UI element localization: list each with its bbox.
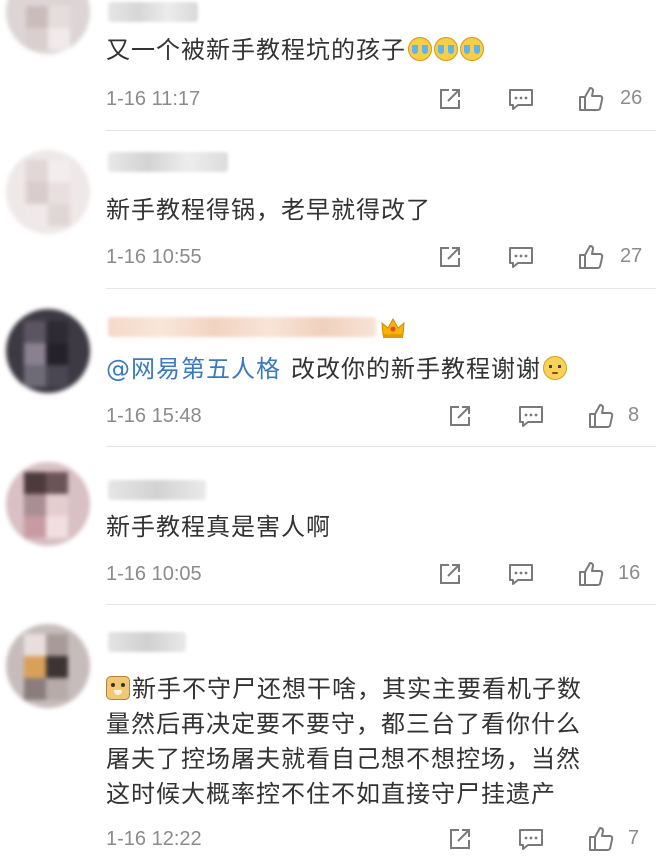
reply-icon[interactable] bbox=[507, 243, 535, 271]
comment-actions: 1-16 10:55 27 bbox=[106, 243, 646, 273]
like-count: 26 bbox=[620, 87, 643, 109]
username[interactable] bbox=[108, 317, 376, 337]
comment-text: 新手教程真是害人啊 bbox=[106, 510, 646, 545]
comment-line: 屠夫了控场屠夫就看自己想不想控场，当然 bbox=[106, 745, 581, 773]
doge-emoji bbox=[106, 676, 130, 700]
like-count: 7 bbox=[628, 827, 640, 849]
comment-text: @网易第五人格 改改你的新手教程谢谢 bbox=[106, 352, 646, 387]
reply-icon[interactable] bbox=[507, 560, 535, 588]
divider bbox=[106, 288, 656, 289]
comment-body: 新手教程真是害人啊 bbox=[106, 513, 331, 541]
comment-text: 新手教程得锅，老早就得改了 bbox=[106, 193, 646, 228]
reply-icon[interactable] bbox=[517, 402, 545, 430]
awkward-emoji bbox=[543, 356, 567, 380]
avatar[interactable] bbox=[6, 0, 90, 54]
thumb-up-icon[interactable] bbox=[577, 560, 605, 588]
cry-emoji bbox=[460, 37, 484, 61]
comment-time: 1-16 12:22 bbox=[106, 828, 202, 850]
share-icon[interactable] bbox=[436, 85, 464, 113]
like-count: 27 bbox=[620, 245, 643, 267]
comment-line: 新手不守尸还想干啥，其实主要看机子数 bbox=[106, 672, 646, 707]
avatar[interactable] bbox=[6, 624, 90, 708]
share-icon[interactable] bbox=[436, 560, 464, 588]
cry-emoji bbox=[434, 37, 458, 61]
divider bbox=[106, 130, 656, 131]
comment-line-text: 新手不守尸还想干啥，其实主要看机子数 bbox=[132, 675, 582, 703]
thumb-up-icon[interactable] bbox=[587, 402, 615, 430]
share-icon[interactable] bbox=[436, 243, 464, 271]
username[interactable] bbox=[108, 2, 198, 22]
username[interactable] bbox=[108, 480, 206, 500]
avatar[interactable] bbox=[6, 309, 90, 393]
comment-actions: 1-16 12:22 7 bbox=[106, 825, 646, 855]
username[interactable] bbox=[108, 152, 228, 172]
reply-icon[interactable] bbox=[507, 85, 535, 113]
like-count: 16 bbox=[618, 562, 641, 584]
comment-actions: 1-16 11:17 26 bbox=[106, 85, 646, 115]
like-count: 8 bbox=[628, 404, 640, 426]
share-icon[interactable] bbox=[446, 402, 474, 430]
avatar[interactable] bbox=[6, 462, 90, 546]
avatar[interactable] bbox=[6, 150, 90, 234]
comment-time: 1-16 11:17 bbox=[106, 88, 201, 110]
comment-body: 新手教程得锅，老早就得改了 bbox=[106, 196, 431, 224]
comment-body: 改改你的新手教程谢谢 bbox=[291, 355, 541, 383]
mention-link[interactable]: @网易第五人格 bbox=[106, 355, 281, 383]
cry-emoji bbox=[408, 37, 432, 61]
comment-body: 又一个被新手教程坑的孩子 bbox=[106, 36, 406, 64]
thumb-up-icon[interactable] bbox=[577, 85, 605, 113]
share-icon[interactable] bbox=[446, 825, 474, 853]
username[interactable] bbox=[108, 632, 186, 652]
divider bbox=[106, 604, 656, 605]
comment-actions: 1-16 10:05 16 bbox=[106, 560, 646, 590]
reply-icon[interactable] bbox=[517, 825, 545, 853]
divider bbox=[106, 446, 656, 447]
thumb-up-icon[interactable] bbox=[577, 243, 605, 271]
comment-line: 这时候大概率控不住不如直接守尸挂遗产 bbox=[106, 780, 556, 808]
comment-text: 新手不守尸还想干啥，其实主要看机子数 量然后再决定要不要守，都三台了看你什么 屠… bbox=[106, 672, 646, 812]
comment-text: 又一个被新手教程坑的孩子 bbox=[106, 33, 646, 68]
comment-time: 1-16 10:05 bbox=[106, 563, 202, 585]
comment-actions: 1-16 15:48 8 bbox=[106, 402, 646, 432]
thumb-up-icon[interactable] bbox=[587, 825, 615, 853]
comment-time: 1-16 10:55 bbox=[106, 246, 202, 268]
comment-time: 1-16 15:48 bbox=[106, 405, 202, 427]
crown-icon bbox=[381, 317, 405, 338]
comment-line: 量然后再决定要不要守，都三台了看你什么 bbox=[106, 710, 581, 738]
